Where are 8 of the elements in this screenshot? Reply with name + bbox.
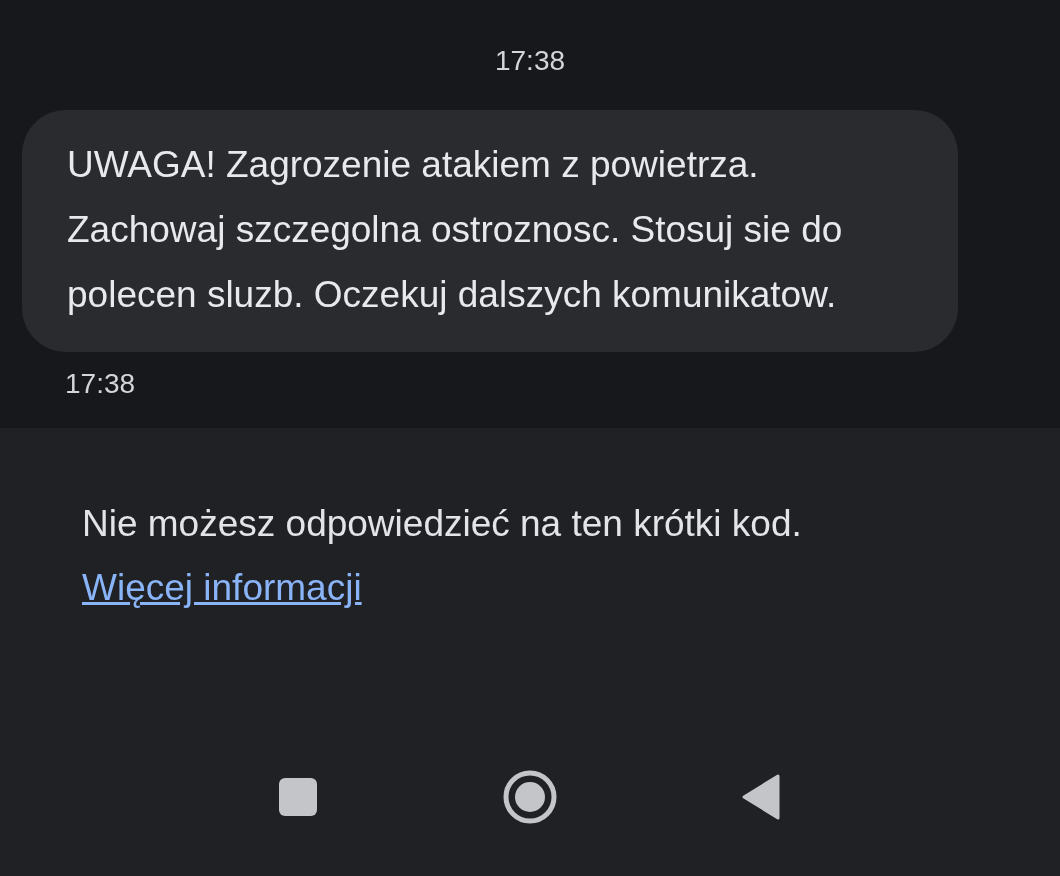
date-time-header: 17:38 (493, 44, 567, 78)
notice-text: Nie możesz odpowiedzieć na ten krótki kod. (82, 503, 802, 544)
more-info-link[interactable]: Więcej informacji (82, 567, 362, 608)
message-bubble: UWAGA! Zagrozenie atakiem z powietrza. Zachowaj szczegolna ostroznosc. Stosuj sie do polecen sluzb. Oczekuj dalszych komunikatow. (22, 110, 958, 352)
recents-icon[interactable] (278, 777, 318, 817)
message-time: 17:38 (65, 367, 137, 401)
back-icon[interactable] (742, 774, 780, 820)
home-icon[interactable] (502, 769, 558, 825)
